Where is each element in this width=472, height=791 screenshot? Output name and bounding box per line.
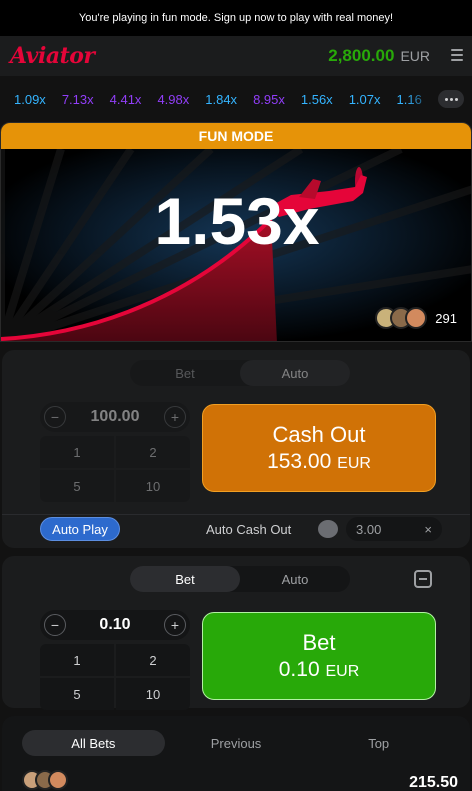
- bet-amount-value[interactable]: 0.10: [99, 616, 130, 634]
- avatar: [48, 770, 68, 790]
- bet-amount-line: 0.10 EUR: [279, 658, 360, 682]
- bet-amount-stepper: − 0.10 +: [40, 610, 190, 640]
- bet-amount-control: − 0.10 + 1 2 5 10: [40, 610, 190, 710]
- history-multiplier[interactable]: 1.84x: [205, 92, 237, 107]
- history-multiplier[interactable]: 1.07x: [349, 92, 381, 107]
- cash-out-currency: EUR: [337, 455, 371, 472]
- menu-icon[interactable]: [451, 49, 463, 61]
- bet-button-label: Bet: [302, 630, 336, 655]
- players-count: 291: [435, 310, 457, 326]
- aviator-logo[interactable]: Aviator: [10, 43, 95, 69]
- bet-panel-1-tabs: Bet Auto: [130, 360, 350, 386]
- auto-cash-out-value: 3.00: [356, 521, 382, 537]
- quick-amount-button[interactable]: 1: [40, 436, 114, 468]
- quick-amount-button[interactable]: 5: [40, 470, 114, 502]
- remove-panel-icon[interactable]: [414, 570, 432, 588]
- increase-button[interactable]: +: [163, 614, 186, 636]
- fun-mode-notice-bar: You're playing in fun mode. Sign up now …: [0, 0, 472, 36]
- quick-amounts: 1 2 5 10: [40, 436, 190, 502]
- auto-play-button[interactable]: Auto Play: [40, 517, 120, 541]
- cash-out-amount: 153.00: [267, 450, 332, 473]
- history-multiplier[interactable]: 1.56x: [301, 92, 333, 107]
- app-header: Aviator 2,800.00 EUR: [0, 36, 472, 76]
- decrease-button[interactable]: −: [44, 406, 66, 428]
- bet-amount-stepper: − 100.00 +: [40, 402, 190, 432]
- players-indicator: 291: [375, 307, 457, 329]
- balance: 2,800.00 EUR: [328, 46, 430, 66]
- history-multiplier[interactable]: 1.09x: [14, 92, 46, 107]
- bet-panel-1: Bet Auto − 100.00 + 1 2 5 10 Cash Out 15…: [2, 350, 470, 548]
- history-multiplier[interactable]: 4.41x: [110, 92, 142, 107]
- cash-out-button[interactable]: Cash Out 153.00 EUR: [202, 404, 436, 492]
- history-more-button[interactable]: [438, 90, 464, 108]
- bets-row: 215.50: [18, 770, 458, 791]
- bets-tabs: All Bets Previous Top: [22, 730, 450, 756]
- auto-options-row: Auto Play Auto Cash Out 3.00 ×: [2, 514, 470, 542]
- multiplier-history-bar: 1.09x 7.13x 4.41x 4.98x 1.84x 8.95x 1.56x 1.07x…: [0, 76, 472, 122]
- bet-button[interactable]: Bet 0.10 EUR: [202, 612, 436, 700]
- quick-amount-button[interactable]: 10: [116, 470, 190, 502]
- history-multiplier[interactable]: 8.95x: [253, 92, 285, 107]
- row-avatars: [22, 770, 68, 790]
- player-avatars: [375, 307, 428, 329]
- bet-button-amount: 0.10: [278, 658, 320, 681]
- quick-amounts: 1 2 5 10: [40, 644, 190, 710]
- multiplier-history-list: 1.09x 7.13x 4.41x 4.98x 1.84x 8.95x 1.56x 1.07x…: [14, 92, 422, 107]
- quick-amount-button[interactable]: 2: [116, 436, 190, 468]
- quick-amount-button[interactable]: 10: [116, 678, 190, 710]
- auto-cash-out-input[interactable]: 3.00 ×: [346, 517, 442, 541]
- balance-currency: EUR: [400, 48, 430, 64]
- bet-amount-control: − 100.00 + 1 2 5 10: [40, 402, 190, 502]
- tab-bet[interactable]: Bet: [130, 566, 240, 592]
- bets-panel: All Bets Previous Top 215.50: [2, 716, 470, 791]
- clear-icon[interactable]: ×: [424, 522, 432, 537]
- bet-panel-2-tabs: Bet Auto: [130, 566, 350, 592]
- fun-mode-notice: You're playing in fun mode. Sign up now …: [78, 12, 394, 24]
- quick-amount-button[interactable]: 1: [40, 644, 114, 676]
- tab-top[interactable]: Top: [307, 730, 450, 756]
- history-multiplier[interactable]: 4.98x: [157, 92, 189, 107]
- tab-auto[interactable]: Auto: [240, 566, 350, 592]
- auto-cash-out-toggle[interactable]: [318, 520, 338, 538]
- fun-mode-banner: FUN MODE: [1, 123, 471, 149]
- bet-button-currency: EUR: [325, 663, 360, 680]
- tab-all-bets[interactable]: All Bets: [22, 730, 165, 756]
- current-multiplier: 1.53x: [154, 184, 320, 258]
- game-area: FUN MODE 1.53x 291: [0, 122, 472, 342]
- cash-out-label: Cash Out: [272, 422, 366, 447]
- quick-amount-button[interactable]: 2: [116, 644, 190, 676]
- increase-button[interactable]: +: [164, 406, 186, 428]
- quick-amount-button[interactable]: 5: [40, 678, 114, 710]
- tab-previous[interactable]: Previous: [165, 730, 308, 756]
- tab-bet[interactable]: Bet: [130, 360, 240, 386]
- bets-row-amount: 215.50: [409, 774, 458, 791]
- auto-cash-out-label: Auto Cash Out: [206, 522, 292, 537]
- cash-out-amount-line: 153.00 EUR: [267, 450, 371, 474]
- decrease-button[interactable]: −: [44, 614, 66, 636]
- bet-amount-value[interactable]: 100.00: [91, 408, 140, 426]
- avatar: [405, 307, 428, 329]
- history-multiplier[interactable]: 7.13x: [62, 92, 94, 107]
- tab-auto[interactable]: Auto: [240, 360, 350, 386]
- bet-panel-2: Bet Auto − 0.10 + 1 2 5 10 Bet 0.10 EUR: [2, 556, 470, 710]
- balance-amount: 2,800.00: [328, 46, 395, 65]
